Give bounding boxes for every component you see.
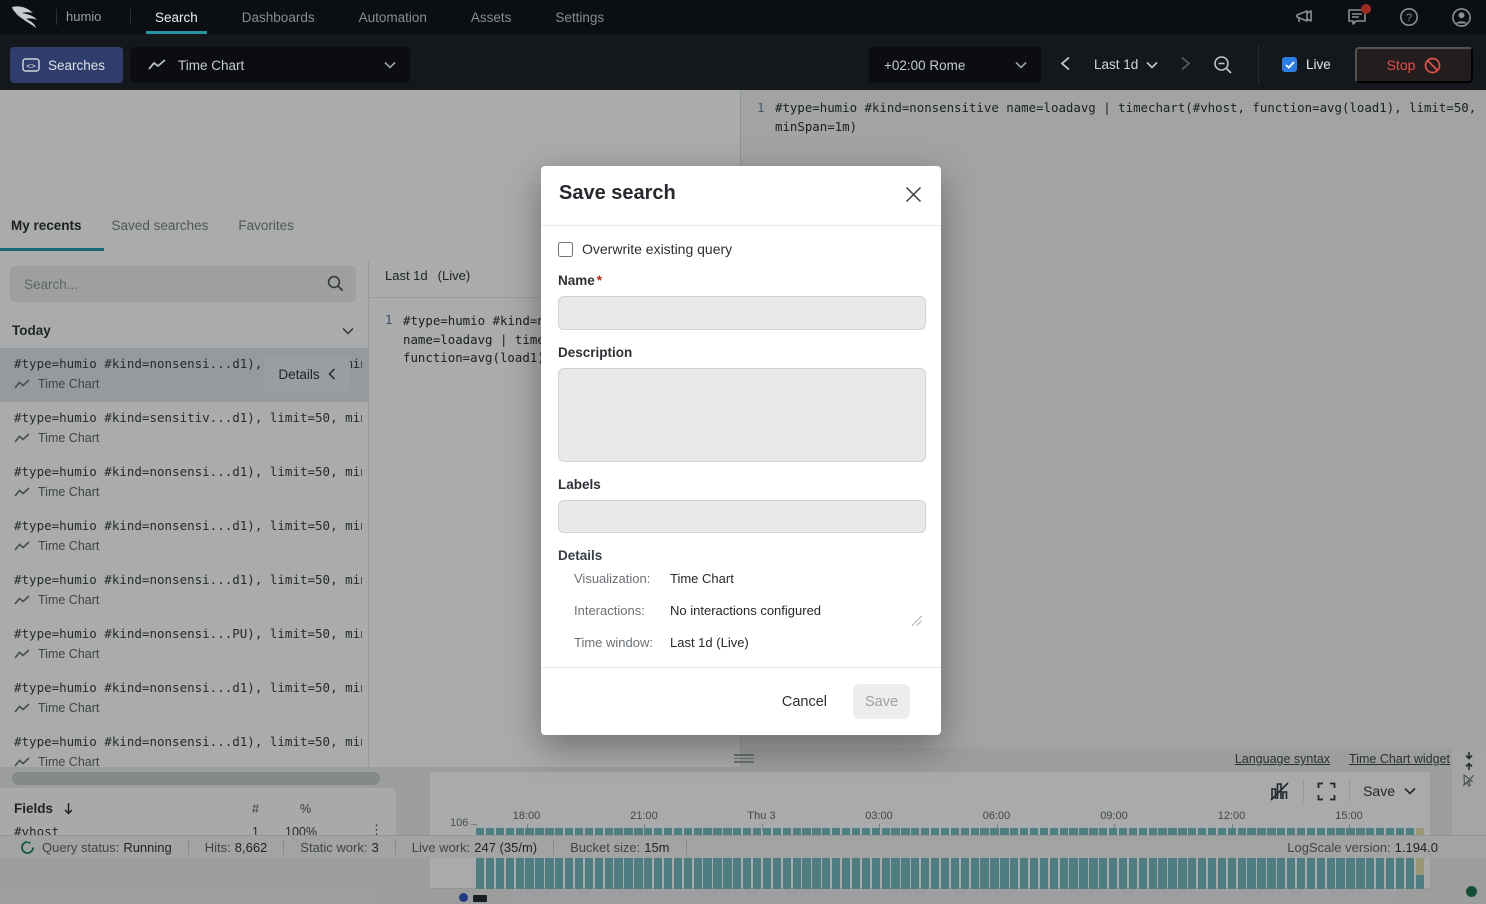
details-heading: Details [558, 548, 602, 563]
cancel-button[interactable]: Cancel [782, 694, 827, 710]
chevron-down-icon [384, 61, 396, 69]
help-icon[interactable]: ? [1398, 6, 1420, 28]
chevron-down-icon [1015, 61, 1027, 69]
detail-label: Time window: [574, 635, 670, 650]
search-toolbar: <> Searches Time Chart +02:00 Rome L [0, 34, 1486, 90]
detail-row: Time window:Last 1d (Live) [574, 635, 924, 650]
searches-button[interactable]: <> Searches [10, 47, 123, 83]
nav-item-search[interactable]: Search [146, 0, 207, 34]
modal-divider [541, 667, 941, 668]
overwrite-label: Overwrite existing query [582, 241, 732, 257]
description-field[interactable] [558, 368, 926, 462]
save-button[interactable]: Save [853, 684, 910, 719]
timechart-icon [148, 59, 166, 71]
detail-row: Visualization:Time Chart [574, 571, 924, 586]
required-asterisk: * [597, 273, 602, 288]
stop-button[interactable]: Stop [1355, 47, 1473, 83]
time-range-selector[interactable]: Last 1d [1094, 57, 1158, 72]
nav-item-settings[interactable]: Settings [546, 0, 613, 34]
falcon-logo-icon [10, 4, 50, 30]
megaphone-icon[interactable] [1294, 6, 1316, 28]
nav-divider [56, 9, 57, 25]
nav-divider [130, 9, 131, 25]
app-screen: humio SearchDashboardsAutomationAssetsSe… [0, 0, 1486, 904]
svg-text:?: ? [1406, 12, 1412, 24]
user-icon[interactable] [1450, 6, 1472, 28]
searches-label: Searches [48, 58, 105, 73]
detail-value: Time Chart [670, 571, 734, 586]
overwrite-checkbox-row[interactable]: Overwrite existing query [558, 241, 732, 257]
close-icon[interactable] [905, 186, 924, 205]
detail-value: No interactions configured [670, 603, 821, 618]
history-back-icon[interactable] [1060, 56, 1072, 70]
detail-row: Interactions:No interactions configured [574, 603, 924, 618]
detail-label: Visualization: [574, 571, 670, 586]
prohibit-icon [1424, 57, 1441, 74]
name-field[interactable] [558, 296, 926, 330]
stop-label: Stop [1387, 57, 1416, 73]
labels-field[interactable] [558, 500, 926, 533]
live-checkbox[interactable] [1282, 57, 1297, 72]
chevron-down-icon [1146, 61, 1158, 69]
live-toggle[interactable]: Live [1282, 57, 1331, 72]
save-search-modal: Save search Overwrite existing query Nam… [541, 166, 941, 735]
timezone-value: +02:00 Rome [884, 58, 965, 73]
detail-value: Last 1d (Live) [670, 635, 749, 650]
toolbar-divider [1258, 45, 1259, 85]
history-forward-icon[interactable] [1180, 56, 1192, 70]
visualization-value: Time Chart [178, 58, 244, 73]
overwrite-checkbox[interactable] [558, 242, 573, 257]
modal-title: Save search [559, 182, 676, 205]
top-nav: humio SearchDashboardsAutomationAssetsSe… [0, 0, 1486, 34]
details-rows: Visualization:Time Chart Interactions:No … [574, 571, 924, 667]
notification-badge [1361, 4, 1371, 14]
nav-item-assets[interactable]: Assets [462, 0, 521, 34]
time-range-value: Last 1d [1094, 57, 1138, 72]
topnav-items: Search Dashboards Automation Assets Settings [146, 0, 613, 34]
live-label: Live [1306, 57, 1331, 72]
package-icon: <> [22, 57, 40, 73]
svg-text:<>: <> [26, 62, 36, 71]
repository-name: humio [66, 9, 101, 24]
zoom-out-icon[interactable] [1213, 55, 1233, 75]
name-label: Name* [558, 273, 602, 288]
timezone-selector[interactable]: +02:00 Rome [869, 47, 1041, 83]
labels-label: Labels [558, 477, 601, 492]
modal-divider [541, 225, 941, 226]
chat-icon[interactable] [1346, 6, 1368, 28]
nav-item-automation[interactable]: Automation [350, 0, 436, 34]
detail-label: Interactions: [574, 603, 670, 618]
nav-item-dashboards[interactable]: Dashboards [233, 0, 324, 34]
description-label: Description [558, 345, 632, 360]
visualization-selector[interactable]: Time Chart [130, 47, 410, 83]
